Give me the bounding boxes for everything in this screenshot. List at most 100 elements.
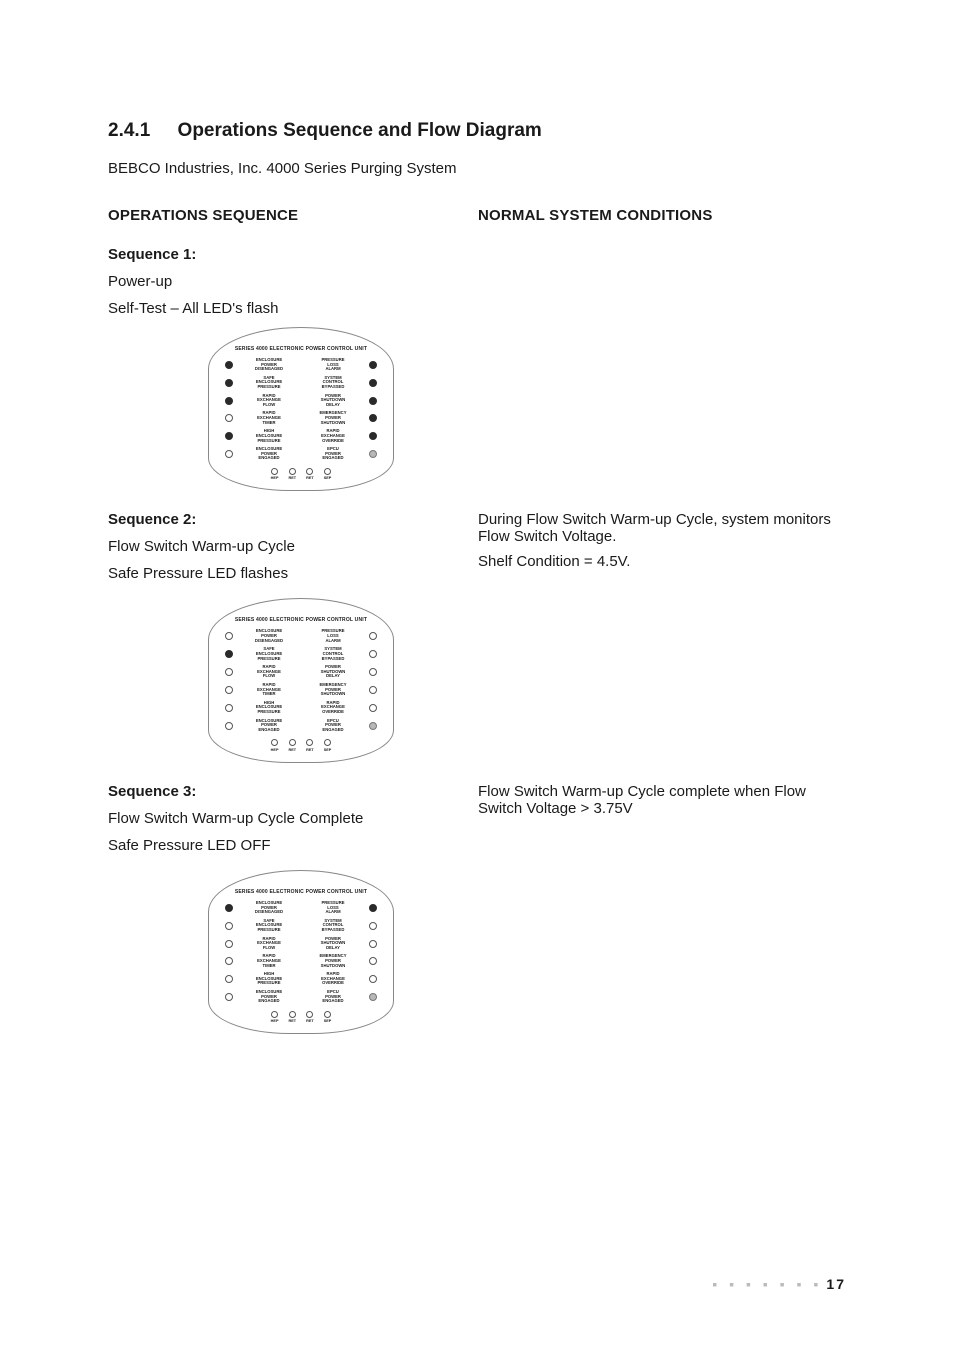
led-left-4 [225, 432, 233, 440]
led-right-4 [369, 704, 377, 712]
sequence-1-line-2: Self-Test – All LED's flash [108, 300, 846, 317]
led-label-left-1: SAFE ENCLOSURE PRESSURE [239, 647, 299, 661]
bottom-led-0: HEP [271, 1011, 279, 1024]
sequence-2-title: Sequence 2: [108, 511, 478, 528]
led-right-4 [369, 975, 377, 983]
control-panel-figure: SERIES 4000 ELECTRONIC POWER CONTROL UNI… [208, 327, 394, 491]
led-label-right-4: RAPID EXCHANGE OVERRIDE [303, 429, 363, 443]
bottom-led-1: RET [288, 739, 296, 752]
led-right-1 [369, 922, 377, 930]
control-panel-figure: SERIES 4000 ELECTRONIC POWER CONTROL UNI… [208, 870, 394, 1034]
led-right-5 [369, 993, 377, 1001]
page-number: ▪ ▪ ▪ ▪ ▪ ▪ ▪17 [712, 1276, 846, 1292]
section-subtitle: BEBCO Industries, Inc. 4000 Series Purgi… [108, 160, 846, 177]
bottom-led-3: SEP [324, 468, 332, 481]
led-label-left-0: ENCLOSURE POWER DISENGAGED [239, 901, 299, 915]
bottom-led-2: RET [306, 739, 314, 752]
led-label-left-1: SAFE ENCLOSURE PRESSURE [239, 376, 299, 390]
sequence-2-line-2: Safe Pressure LED flashes [108, 565, 478, 582]
led-label-left-2: RAPID EXCHANGE FLOW [239, 394, 299, 408]
led-left-4 [225, 975, 233, 983]
led-label-right-0: PRESSURE LOSS ALARM [303, 901, 363, 915]
sequence-1-line-1: Power-up [108, 273, 846, 290]
led-left-1 [225, 379, 233, 387]
led-label-right-5: EPCU POWER ENGAGED [303, 990, 363, 1004]
led-left-4 [225, 704, 233, 712]
led-label-right-3: EMERGENCY POWER SHUTDOWN [303, 411, 363, 425]
led-label-right-4: RAPID EXCHANGE OVERRIDE [303, 701, 363, 715]
led-label-right-4: RAPID EXCHANGE OVERRIDE [303, 972, 363, 986]
left-column-header: OPERATIONS SEQUENCE [108, 207, 478, 224]
led-left-0 [225, 904, 233, 912]
sequence-2: Sequence 2: Flow Switch Warm-up Cycle Saf… [108, 511, 846, 762]
led-label-right-1: SYSTEM CONTROL BYPASSED [303, 919, 363, 933]
led-label-right-2: POWER SHUTDOWN DELAY [303, 665, 363, 679]
bottom-led-1: RET [288, 1011, 296, 1024]
section-title-text: Operations Sequence and Flow Diagram [178, 120, 542, 141]
led-left-3 [225, 957, 233, 965]
sequence-1: Sequence 1: Power-up Self-Test – All LED'… [108, 246, 846, 491]
led-label-left-0: ENCLOSURE POWER DISENGAGED [239, 358, 299, 372]
led-label-left-5: ENCLOSURE POWER ENGAGED [239, 447, 299, 461]
led-left-0 [225, 632, 233, 640]
led-right-2 [369, 940, 377, 948]
led-right-3 [369, 686, 377, 694]
led-right-0 [369, 904, 377, 912]
led-label-left-5: ENCLOSURE POWER ENGAGED [239, 719, 299, 733]
bottom-led-1: RET [288, 468, 296, 481]
led-left-1 [225, 922, 233, 930]
led-label-left-3: RAPID EXCHANGE TIMER [239, 683, 299, 697]
led-label-right-3: EMERGENCY POWER SHUTDOWN [303, 683, 363, 697]
led-left-5 [225, 450, 233, 458]
led-right-0 [369, 361, 377, 369]
led-left-2 [225, 397, 233, 405]
led-left-3 [225, 686, 233, 694]
led-label-left-4: HIGH ENCLOSURE PRESSURE [239, 972, 299, 986]
bottom-led-2: RET [306, 468, 314, 481]
led-left-5 [225, 993, 233, 1001]
bottom-led-2: RET [306, 1011, 314, 1024]
led-label-left-2: RAPID EXCHANGE FLOW [239, 665, 299, 679]
sequence-3-line-2: Safe Pressure LED OFF [108, 837, 478, 854]
control-panel-figure: SERIES 4000 ELECTRONIC POWER CONTROL UNI… [208, 598, 394, 762]
sequence-1-title: Sequence 1: [108, 246, 846, 263]
section-number: 2.4.1 [108, 120, 150, 142]
sequence-2-right-line-1: During Flow Switch Warm-up Cycle, system… [478, 511, 846, 545]
led-left-2 [225, 940, 233, 948]
led-label-right-5: EPCU POWER ENGAGED [303, 719, 363, 733]
led-label-right-0: PRESSURE LOSS ALARM [303, 358, 363, 372]
led-left-0 [225, 361, 233, 369]
led-right-3 [369, 414, 377, 422]
led-label-left-3: RAPID EXCHANGE TIMER [239, 954, 299, 968]
bottom-led-0: HEP [271, 739, 279, 752]
led-label-right-5: EPCU POWER ENGAGED [303, 447, 363, 461]
section-title: 2.4.1 Operations Sequence and Flow Diagr… [108, 120, 846, 142]
right-column-header: NORMAL SYSTEM CONDITIONS [478, 207, 846, 224]
column-headers: OPERATIONS SEQUENCE NORMAL SYSTEM CONDIT… [108, 207, 846, 224]
bottom-led-3: SEP [324, 1011, 332, 1024]
led-label-right-1: SYSTEM CONTROL BYPASSED [303, 647, 363, 661]
led-right-1 [369, 379, 377, 387]
sequence-3-right-line-1: Flow Switch Warm-up Cycle complete when … [478, 783, 846, 817]
sequence-2-right-line-2: Shelf Condition = 4.5V. [478, 553, 846, 570]
bottom-led-0: HEP [271, 468, 279, 481]
sequence-3-title: Sequence 3: [108, 783, 478, 800]
led-right-3 [369, 957, 377, 965]
led-label-left-3: RAPID EXCHANGE TIMER [239, 411, 299, 425]
led-right-4 [369, 432, 377, 440]
sequence-2-line-1: Flow Switch Warm-up Cycle [108, 538, 478, 555]
bottom-led-3: SEP [324, 739, 332, 752]
led-label-right-0: PRESSURE LOSS ALARM [303, 629, 363, 643]
led-label-right-2: POWER SHUTDOWN DELAY [303, 394, 363, 408]
led-right-5 [369, 722, 377, 730]
led-label-right-1: SYSTEM CONTROL BYPASSED [303, 376, 363, 390]
led-label-left-4: HIGH ENCLOSURE PRESSURE [239, 429, 299, 443]
led-left-2 [225, 668, 233, 676]
sequence-3: Sequence 3: Flow Switch Warm-up Cycle Co… [108, 783, 846, 1034]
led-right-2 [369, 668, 377, 676]
led-left-5 [225, 722, 233, 730]
led-left-3 [225, 414, 233, 422]
led-label-left-4: HIGH ENCLOSURE PRESSURE [239, 701, 299, 715]
panel-title: SERIES 4000 ELECTRONIC POWER CONTROL UNI… [217, 617, 385, 623]
sequence-3-line-1: Flow Switch Warm-up Cycle Complete [108, 810, 478, 827]
